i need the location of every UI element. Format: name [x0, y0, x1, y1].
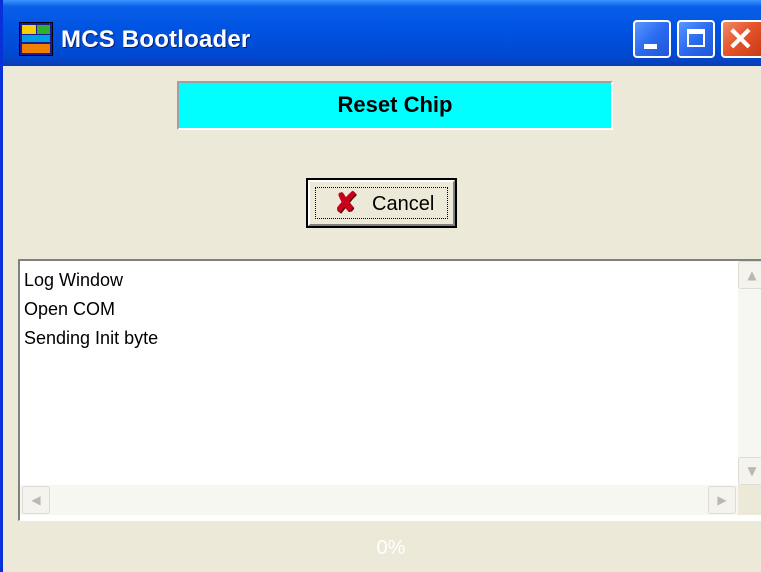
progress-bar: 0%	[18, 524, 761, 572]
log-line: Open COM	[24, 299, 116, 319]
log-line: Sending Init byte	[24, 328, 159, 348]
maximize-button[interactable]	[677, 20, 715, 58]
log-window[interactable]: Log Window Open COM Sending Init byte ▲ …	[18, 259, 761, 521]
horizontal-scrollbar[interactable]: ◀ ▶	[20, 485, 738, 515]
vertical-scrollbar[interactable]: ▲ ▼	[738, 261, 761, 485]
status-label: Reset Chip	[337, 92, 453, 117]
log-lines: Log Window Open COM Sending Init byte	[24, 266, 158, 353]
scroll-corner	[738, 485, 761, 515]
scroll-up-arrow-icon[interactable]: ▲	[738, 261, 761, 289]
scroll-right-arrow-icon[interactable]: ▶	[708, 486, 736, 514]
title-bar[interactable]: MCS Bootloader ✕	[3, 0, 761, 66]
cancel-label: Cancel	[372, 193, 435, 215]
window-title: MCS Bootloader	[61, 26, 251, 53]
scroll-left-arrow-icon[interactable]: ◀	[22, 486, 50, 514]
app-icon[interactable]	[19, 22, 53, 56]
scroll-down-arrow-icon[interactable]: ▼	[738, 457, 761, 485]
progress-text: 0%	[376, 537, 406, 559]
cancel-button[interactable]: ✘ Cancel	[306, 178, 457, 228]
maximize-icon	[687, 29, 705, 47]
minimize-button[interactable]	[633, 20, 671, 58]
status-panel: Reset Chip	[177, 81, 613, 130]
log-line: Log Window	[24, 270, 124, 290]
bootloader-window: MCS Bootloader ✕ Reset Chip ✘ Cancel Log…	[0, 0, 761, 572]
red-x-icon: ✘	[334, 187, 358, 218]
close-button[interactable]: ✕	[721, 20, 761, 58]
close-icon: ✕	[727, 21, 754, 57]
minimize-icon	[644, 44, 657, 49]
